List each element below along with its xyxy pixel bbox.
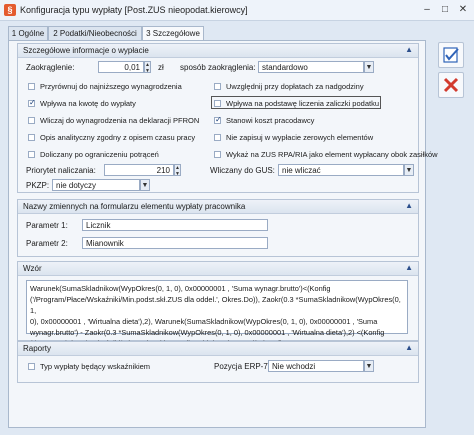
details-section-header[interactable]: Szczegółowe informacje o wypłacie ▲ (18, 44, 418, 58)
formula-line: 0), 0x00000001 , 'Wirtualna dieta'),2), … (30, 317, 378, 326)
param1-input[interactable]: Licznik (82, 219, 268, 231)
tab-details[interactable]: 3 Szczegółowe (142, 26, 204, 41)
variables-section: Nazwy zmiennych na formularzu elementu w… (17, 199, 419, 257)
checkbox-analytic[interactable] (28, 134, 35, 141)
cancel-button[interactable] (438, 72, 464, 98)
param1-label: Parametr 1: (26, 221, 68, 230)
gus-select[interactable]: nie wliczać (278, 164, 404, 176)
collapse-icon[interactable]: ▲ (405, 45, 413, 54)
formula-section-header[interactable]: Wzór ▲ (18, 262, 418, 276)
formula-section: Wzór ▲ Warunek(SumaSkladnikow(WypOkres(0… (17, 261, 419, 348)
priority-label: Priorytet naliczania: (26, 166, 96, 175)
tab-general[interactable]: 1 Ogólne (8, 26, 48, 40)
cancel-x-icon (443, 77, 459, 93)
details-section: Szczegółowe informacje o wypłacie ▲ Zaok… (17, 43, 438, 193)
tab-taxes-absences[interactable]: 2 Podatki/Nieobecności (48, 26, 142, 40)
variables-section-header[interactable]: Nazwy zmiennych na formularzu elementu w… (18, 200, 418, 214)
checkbox-after-deductions[interactable] (28, 151, 35, 158)
checkbox-tax-advance[interactable] (214, 100, 221, 107)
checkbox-zus-rpa[interactable] (214, 151, 221, 158)
minimize-button[interactable]: – (420, 3, 434, 16)
checkbox-lowest-wage[interactable] (28, 83, 35, 90)
checkbox-analytic-label: Opis analityczny zgodny z opisem czasu p… (40, 133, 196, 142)
checkbox-pfron[interactable] (28, 117, 35, 124)
reports-section: Raporty ▲ Typ wypłaty będący wskaźnikiem… (17, 341, 419, 383)
formula-section-title: Wzór (23, 264, 42, 273)
checkbox-pfron-label: Wliczaj do wynagrodzenia na deklaracji P… (40, 116, 200, 125)
param2-input[interactable]: Mianownik (82, 237, 268, 249)
rounding-spinner[interactable]: ▲ ▼ (144, 61, 151, 74)
formula-line: Warunek(SumaSkladnikow(WypOkres(0, 1, 0)… (30, 284, 331, 293)
rounding-unit: zł (158, 63, 164, 72)
erp-label: Pozycja ERP-7: (214, 362, 271, 371)
collapse-icon[interactable]: ▲ (405, 263, 413, 272)
reports-section-header[interactable]: Raporty ▲ (18, 342, 418, 356)
priority-spinner[interactable]: ▲ ▼ (174, 164, 181, 177)
checkbox-employer-cost-label: Stanowi koszt pracodawcy (226, 116, 315, 125)
collapse-icon[interactable]: ▲ (405, 201, 413, 210)
chevron-down-icon[interactable]: ▼ (364, 360, 374, 372)
checkbox-overtime-label: Uwzględnij przy dopłatach za nadgodziny (226, 82, 364, 91)
checkbox-payout-amount[interactable] (28, 98, 36, 107)
checkbox-tax-advance-label: Wpływa na podstawę liczenia zaliczki pod… (226, 99, 379, 108)
maximize-button[interactable]: □ (438, 3, 452, 16)
pkzp-select[interactable]: nie dotyczy (52, 179, 140, 191)
checkbox-after-deductions-label: Doliczany po ograniczeniu potrąceń (40, 150, 159, 159)
erp-select[interactable]: Nie wchodzi (268, 360, 364, 372)
reports-section-title: Raporty (23, 344, 52, 353)
checkbox-zero-elements[interactable] (214, 134, 221, 141)
window-title: Konfiguracja typu wypłaty [Post.ZUS nieo… (20, 5, 248, 15)
variables-section-title: Nazwy zmiennych na formularzu elementu w… (23, 202, 246, 211)
checkbox-employer-cost[interactable] (214, 115, 222, 124)
formula-line: wynagr.brutto') - Zaokr(0.3 *SumaSkladni… (30, 328, 385, 337)
rounding-label: Zaokrąglenie: (26, 63, 75, 72)
checkbox-lowest-wage-label: Przyrównuj do najniższego wynagrodzenia (40, 82, 182, 91)
pkzp-label: PKZP: (26, 181, 50, 190)
title-bar: § Konfiguracja typu wypłaty [Post.ZUS ni… (0, 0, 474, 21)
checkbox-indicator-type[interactable] (28, 363, 35, 370)
priority-input[interactable]: 210 (104, 164, 174, 176)
save-check-icon (443, 47, 459, 63)
save-button[interactable] (438, 42, 464, 68)
details-section-title: Szczegółowe informacje o wypłacie (23, 46, 149, 55)
close-button[interactable]: ✕ (456, 3, 470, 16)
checkbox-payout-amount-label: Wpływa na kwotę do wypłaty (40, 99, 136, 108)
checkbox-overtime[interactable] (214, 83, 221, 90)
chevron-down-icon[interactable]: ▼ (364, 61, 374, 73)
checkbox-indicator-type-label: Typ wypłaty będący wskaźnikiem (40, 362, 151, 371)
chevron-down-icon[interactable]: ▼ (140, 179, 150, 191)
tab-content: Szczegółowe informacje o wypłacie ▲ Zaok… (8, 40, 438, 428)
rounding-input[interactable]: 0,01 (98, 61, 144, 73)
formula-textarea[interactable]: Warunek(SumaSkladnikow(WypOkres(0, 1, 0)… (26, 280, 408, 348)
gus-label: Wliczany do GUS: (210, 166, 275, 175)
formula-line: ('/Program/Płace/Wskaźniki/Min.podst.skł… (30, 295, 401, 315)
collapse-icon[interactable]: ▲ (405, 343, 413, 352)
checkbox-zero-elements-label: Nie zapisuj w wypłacie zerowych elementó… (226, 133, 374, 142)
param2-label: Parametr 2: (26, 239, 68, 248)
rounding-method-label: sposób zaokrąglenia: (180, 63, 256, 72)
checkbox-zus-rpa-label: Wykaż na ZUS RPA/RIA jako element wypłac… (226, 150, 438, 159)
app-icon: § (4, 4, 16, 16)
chevron-down-icon[interactable]: ▼ (404, 164, 414, 176)
rounding-method-select[interactable]: standardowo (258, 61, 364, 73)
